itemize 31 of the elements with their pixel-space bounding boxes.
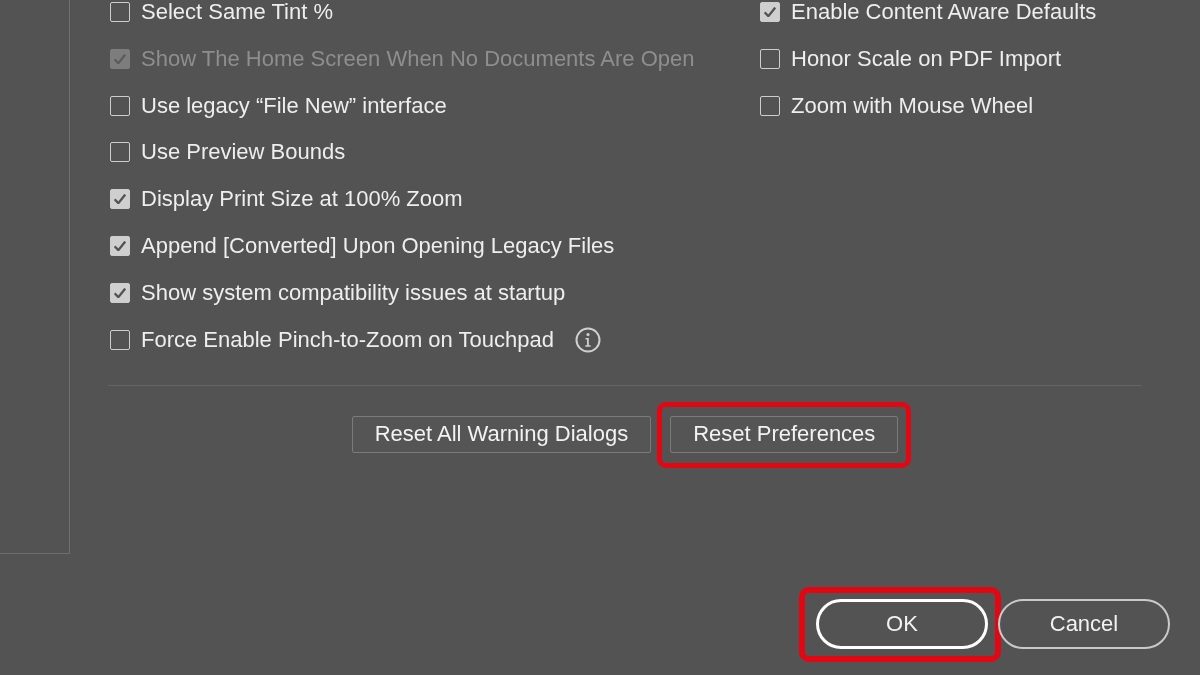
- checkbox-label: Select Same Tint %: [141, 0, 333, 25]
- checkbox[interactable]: [760, 48, 780, 69]
- checkbox[interactable]: [110, 236, 130, 256]
- checkbox[interactable]: [110, 95, 130, 116]
- checkbox-label: Show system compatibility issues at startup: [141, 279, 566, 306]
- checkbox-label: Display Print Size at 100% Zoom: [141, 186, 463, 213]
- checkbox[interactable]: [760, 95, 780, 116]
- checkbox[interactable]: [110, 189, 130, 210]
- checkbox-label: Zoom with Mouse Wheel: [791, 92, 1034, 119]
- reset-button[interactable]: Reset All Warning Dialogs: [351, 415, 652, 453]
- checkbox[interactable]: [110, 142, 130, 163]
- checkbox[interactable]: [110, 329, 130, 350]
- reset-button[interactable]: Reset Preferences: [670, 415, 899, 453]
- checkbox-label: Enable Content Aware Defaults: [791, 0, 1097, 25]
- info-icon[interactable]: [574, 326, 601, 353]
- check-icon: [764, 7, 776, 17]
- check-icon: [114, 194, 126, 205]
- checkbox[interactable]: [110, 2, 130, 22]
- checkbox-label: Use Preview Bounds: [141, 139, 346, 166]
- dialog-button[interactable]: Cancel: [998, 598, 1170, 649]
- check-icon: [114, 53, 126, 64]
- check-icon: [114, 241, 126, 251]
- checkbox-label: Use legacy “File New” interface: [141, 92, 447, 119]
- checkbox-label: Honor Scale on PDF Import: [791, 45, 1062, 72]
- checkbox-label: Append [Converted] Upon Opening Legacy Files: [141, 233, 615, 259]
- checkbox[interactable]: [760, 2, 780, 22]
- checkbox-label: Show The Home Screen When No Documents Are Open: [141, 45, 695, 72]
- dialog-button[interactable]: OK: [816, 598, 988, 649]
- checkbox-label: Force Enable Pinch-to-Zoom on Touchpad: [141, 326, 554, 353]
- checkbox[interactable]: [110, 282, 130, 303]
- check-icon: [114, 287, 126, 298]
